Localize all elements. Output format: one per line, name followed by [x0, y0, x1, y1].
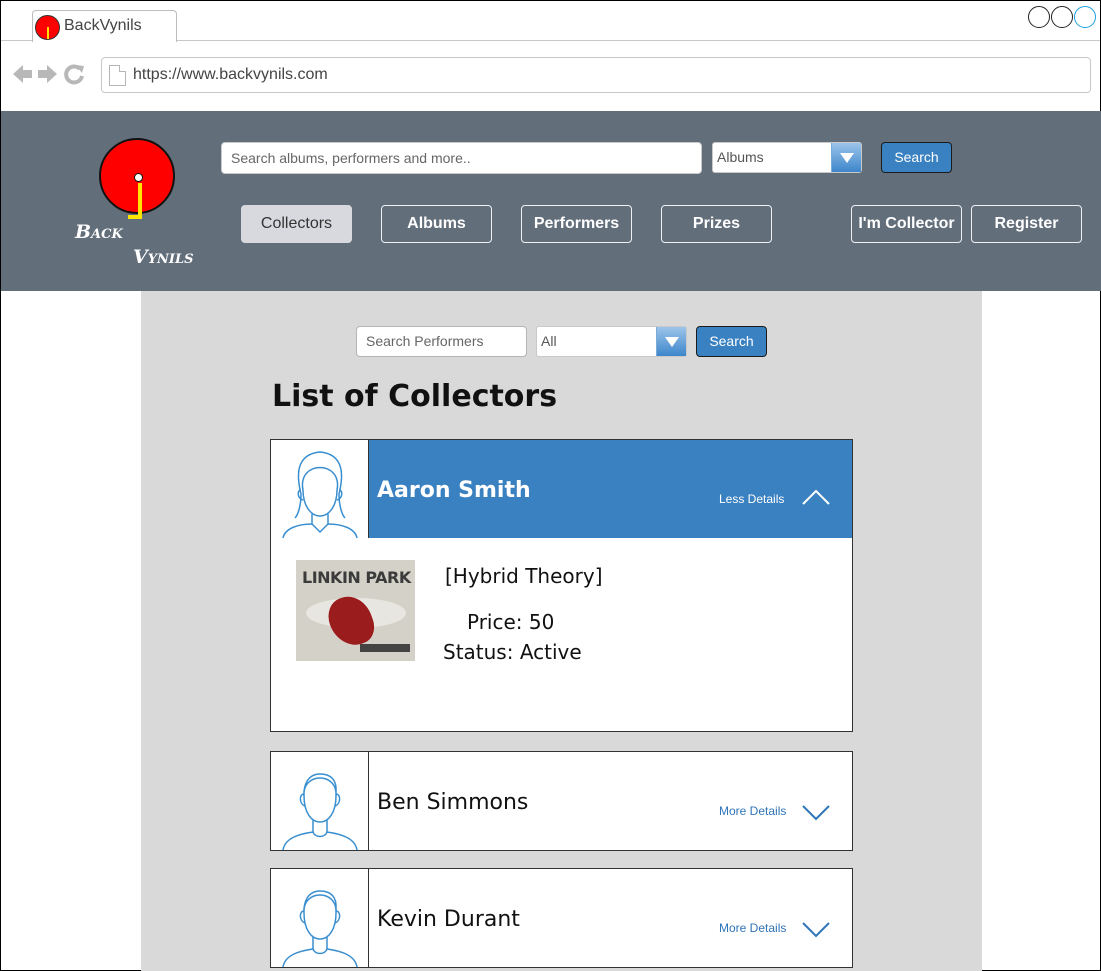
im-collector-button[interactable]: I'm Collector	[851, 205, 962, 243]
collector-card-header[interactable]: Kevin Durant More Details	[369, 869, 852, 967]
reload-icon[interactable]	[63, 62, 85, 86]
favicon-icon	[35, 15, 60, 40]
site-logo[interactable]: Back Vynils	[71, 135, 201, 275]
collector-name: Kevin Durant	[377, 907, 520, 932]
performer-search-input[interactable]: Search Performers	[356, 326, 527, 357]
collector-details-panel: LINKIN PARK [Hybrid Theory] Price: 50 St…	[270, 538, 853, 732]
collector-card[interactable]: Aaron Smith Less Details	[270, 439, 853, 539]
url-text: https://www.backvynils.com	[133, 66, 328, 83]
performer-search-button[interactable]: Search	[696, 326, 767, 357]
tab-bar: BackVynils	[1, 1, 1100, 42]
album-status: Status: Active	[443, 640, 582, 664]
less-details-link[interactable]: Less Details	[719, 492, 784, 506]
register-button[interactable]: Register	[971, 205, 1082, 243]
nav-collectors[interactable]: Collectors	[241, 205, 352, 243]
female-avatar-icon	[271, 440, 369, 538]
site-header: Back Vynils Search albums, performers an…	[1, 111, 1101, 291]
forward-arrow-icon[interactable]	[37, 62, 59, 86]
performer-filter-value: All	[541, 333, 557, 349]
album-cover-image[interactable]: LINKIN PARK	[296, 560, 415, 661]
male-avatar-icon	[271, 752, 369, 850]
browser-nav-icons	[11, 62, 85, 86]
collector-card-header[interactable]: Ben Simmons More Details	[369, 752, 852, 850]
logo-text-back: Back	[75, 221, 123, 243]
collector-card-header[interactable]: Aaron Smith Less Details	[369, 440, 852, 538]
global-search-input[interactable]: Search albums, performers and more..	[221, 142, 702, 174]
nav-prizes[interactable]: Prizes	[661, 205, 772, 243]
collector-card[interactable]: Kevin Durant More Details	[270, 868, 853, 968]
main-content: Search Performers All Search List of Col…	[141, 291, 982, 971]
global-search-button[interactable]: Search	[881, 142, 952, 173]
page-title: List of Collectors	[272, 379, 558, 414]
window-controls	[1027, 6, 1096, 28]
address-bar-row: https://www.backvynils.com	[1, 42, 1100, 110]
chevron-down-icon[interactable]	[831, 143, 861, 172]
category-select[interactable]: Albums	[712, 142, 862, 173]
minimize-window-button[interactable]	[1028, 6, 1050, 28]
logo-text-vynils: Vynils	[133, 246, 194, 268]
tonearm-base	[128, 215, 142, 219]
collector-card[interactable]: Ben Simmons More Details	[270, 751, 853, 851]
back-arrow-icon[interactable]	[11, 62, 33, 86]
tab-title: BackVynils	[64, 17, 142, 34]
maximize-window-button[interactable]	[1051, 6, 1073, 28]
close-window-button[interactable]	[1074, 6, 1096, 28]
collector-name: Ben Simmons	[377, 790, 529, 815]
page-icon	[109, 65, 126, 86]
nav-albums[interactable]: Albums	[381, 205, 492, 243]
performer-filter-select[interactable]: All	[536, 326, 687, 357]
more-details-link[interactable]: More Details	[719, 921, 786, 935]
more-details-link[interactable]: More Details	[719, 804, 786, 818]
cover-tag-graphic	[360, 644, 410, 652]
chevron-down-icon[interactable]	[801, 796, 831, 826]
record-hole	[134, 173, 143, 182]
collector-name: Aaron Smith	[377, 478, 531, 503]
chevron-up-icon[interactable]	[801, 484, 831, 514]
chevron-down-icon[interactable]	[801, 913, 831, 943]
album-price: Price: 50	[467, 610, 555, 634]
album-cover-band-text: LINKIN PARK	[302, 568, 411, 587]
chevron-down-icon[interactable]	[656, 327, 686, 356]
vinyl-record-icon	[99, 138, 175, 219]
male-avatar-icon	[271, 869, 369, 967]
browser-window: BackVynils https://www.backvynils.com Ba…	[0, 0, 1101, 971]
album-name[interactable]: [Hybrid Theory]	[445, 564, 603, 588]
tonearm-icon	[138, 183, 142, 219]
url-input[interactable]: https://www.backvynils.com	[101, 57, 1091, 93]
nav-performers[interactable]: Performers	[521, 205, 632, 243]
browser-tab[interactable]: BackVynils	[32, 10, 177, 42]
category-select-value: Albums	[717, 149, 764, 165]
